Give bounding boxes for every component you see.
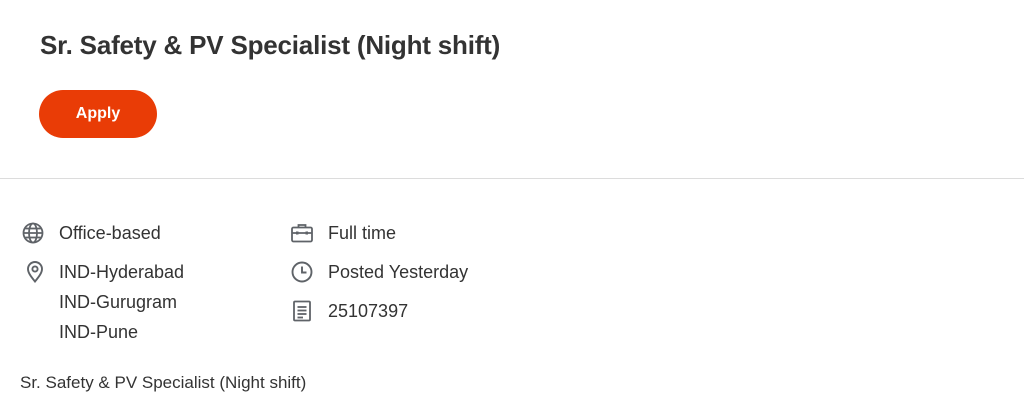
location-item: IND-Hyderabad — [59, 262, 185, 282]
employment-type-label: Full time — [328, 223, 397, 243]
job-header: Sr. Safety & PV Specialist (Night shift)… — [0, 0, 1024, 179]
location-item: IND-Pune — [59, 322, 139, 342]
location-pin-icon — [23, 260, 47, 284]
clock-icon — [290, 260, 314, 284]
location-list: IND-Hyderabad IND-Gurugram IND-Pune — [59, 257, 184, 347]
apply-button[interactable]: Apply — [39, 90, 157, 138]
globe-icon — [21, 221, 45, 245]
location-item: IND-Gurugram — [59, 292, 178, 312]
document-icon — [290, 299, 314, 323]
job-title: Sr. Safety & PV Specialist (Night shift) — [40, 30, 501, 60]
job-posting-page: Sr. Safety & PV Specialist (Night shift)… — [0, 0, 1024, 408]
posted-label: Posted Yesterday — [328, 262, 469, 282]
briefcase-icon — [290, 221, 314, 245]
work-type-label: Office-based — [59, 223, 161, 243]
requisition-id: 25107397 — [328, 301, 409, 321]
job-description-title: Sr. Safety & PV Specialist (Night shift) — [20, 373, 307, 392]
